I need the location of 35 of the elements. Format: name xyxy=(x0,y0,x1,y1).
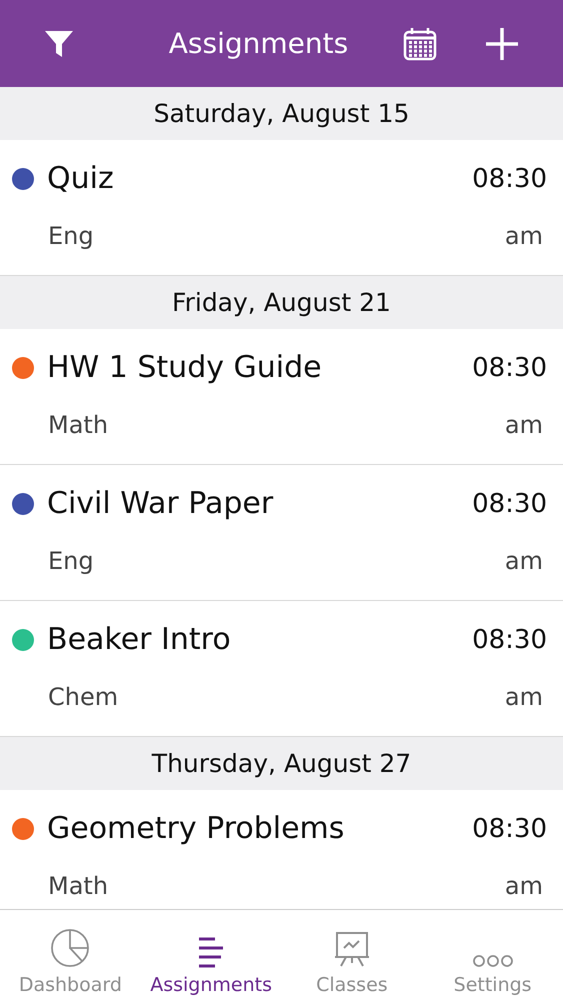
calendar-icon xyxy=(402,26,437,60)
assignment-row[interactable]: HW 1 Study Guide 08:30 Math am xyxy=(0,329,563,465)
plus-icon xyxy=(484,26,519,60)
time-period: am xyxy=(504,222,544,250)
due-time: 08:30 xyxy=(472,488,547,519)
due-time: 08:30 xyxy=(472,352,547,383)
date-header: Thursday, August 27 xyxy=(0,737,563,790)
due-time: 08:30 xyxy=(472,814,547,844)
assignment-title: Civil War Paper xyxy=(47,486,274,522)
page-title: Assignments xyxy=(168,27,348,60)
assignment-title: HW 1 Study Guide xyxy=(47,350,322,386)
class-name: Chem xyxy=(47,683,120,712)
class-name: Math xyxy=(47,411,110,440)
assignment-title: Beaker Intro xyxy=(47,622,231,658)
date-header: Friday, August 21 xyxy=(0,276,563,329)
class-name: Math xyxy=(47,872,110,900)
more-icon xyxy=(472,954,514,968)
assignment-row[interactable]: Civil War Paper 08:30 Eng am xyxy=(0,465,563,601)
time-period: am xyxy=(504,411,544,440)
due-time: 08:30 xyxy=(472,164,547,194)
assignment-row[interactable]: Geometry Problems 08:30 Math am xyxy=(0,790,563,909)
pie-chart-icon xyxy=(50,928,90,968)
assignment-title: Geometry Problems xyxy=(47,811,344,846)
date-header: Saturday, August 15 xyxy=(0,87,563,140)
class-name: Eng xyxy=(47,547,95,576)
due-time: 08:30 xyxy=(472,624,547,655)
list-icon xyxy=(197,936,226,968)
presentation-board-icon xyxy=(334,930,370,968)
tab[interactable]: Assignments xyxy=(140,910,282,1000)
class-name: Eng xyxy=(47,222,95,250)
assignment-title: Quiz xyxy=(47,161,114,196)
filter-icon xyxy=(44,28,74,58)
time-period: am xyxy=(504,683,544,712)
time-period: am xyxy=(504,547,544,576)
time-period: am xyxy=(504,872,544,900)
